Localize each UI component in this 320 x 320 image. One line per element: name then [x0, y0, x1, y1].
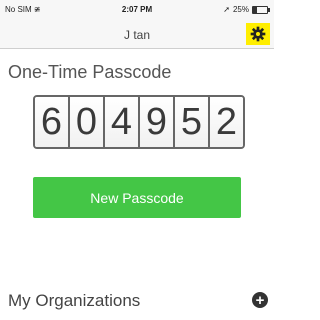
- passcode-digit: 4: [105, 97, 140, 147]
- passcode-digit: 5: [175, 97, 210, 147]
- passcode-heading: One-Time Passcode: [8, 62, 172, 82]
- navigation-bar: J tan: [0, 20, 274, 49]
- status-right: ➚ 25%: [223, 5, 270, 14]
- passcode-digit: 0: [70, 97, 105, 147]
- gear-icon: [250, 26, 266, 42]
- organizations-heading: My Organizations: [8, 291, 141, 310]
- nav-title: J tan: [123, 28, 150, 42]
- status-bar: No SIM ≇ 2:07 PM ➚ 25%: [0, 0, 274, 20]
- battery-icon: [252, 5, 270, 14]
- add-organization-button[interactable]: +: [252, 292, 268, 308]
- passcode-digit: 9: [140, 97, 175, 147]
- new-passcode-button[interactable]: New Passcode: [33, 177, 241, 218]
- settings-button[interactable]: [246, 23, 270, 45]
- plus-icon: +: [255, 291, 265, 309]
- passcode-digit: 6: [35, 97, 70, 147]
- location-arrow-icon: ➚: [223, 5, 230, 14]
- passcode-display: 6 0 4 9 5 2: [33, 95, 245, 149]
- battery-percent: 25%: [232, 5, 249, 14]
- passcode-digit: 2: [210, 97, 243, 147]
